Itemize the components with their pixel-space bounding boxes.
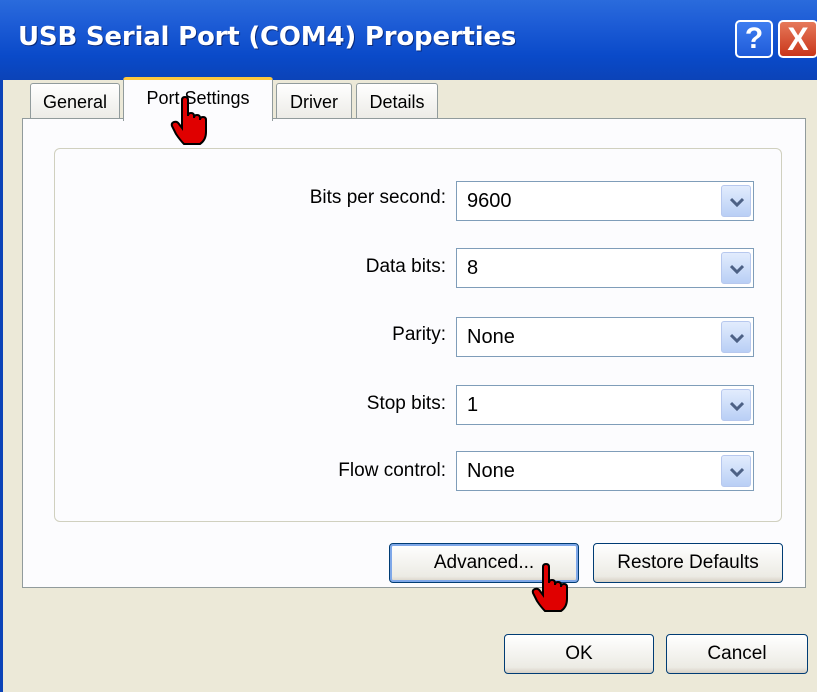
stop-bits-value: 1 <box>467 394 479 416</box>
cancel-button[interactable]: Cancel <box>666 634 808 674</box>
close-button[interactable]: X <box>778 20 817 58</box>
parity-value: None <box>467 326 515 348</box>
help-button[interactable]: ? <box>735 20 773 58</box>
flow-control-value: None <box>467 460 515 482</box>
help-icon: ? <box>744 22 764 55</box>
flow-control-select[interactable]: None <box>456 451 754 491</box>
restore-defaults-button[interactable]: Restore Defaults <box>593 543 783 583</box>
data-bits-select[interactable]: 8 <box>456 248 754 288</box>
hand-cursor-icon <box>170 96 207 145</box>
chevron-down-icon[interactable] <box>721 389 751 421</box>
chevron-down-icon[interactable] <box>721 455 751 487</box>
bits-per-second-label: Bits per second: <box>309 187 446 208</box>
title-bar[interactable]: USB Serial Port (COM4) Properties ? X <box>0 0 817 80</box>
stop-bits-label: Stop bits: <box>366 393 446 414</box>
tab-details[interactable]: Details <box>356 83 438 119</box>
tab-general[interactable]: General <box>30 83 120 119</box>
flow-control-label: Flow control: <box>338 460 446 481</box>
parity-select[interactable]: None <box>456 317 754 357</box>
close-icon: X <box>787 21 809 57</box>
parity-label: Parity: <box>392 324 446 345</box>
data-bits-label: Data bits: <box>365 256 446 277</box>
ok-button[interactable]: OK <box>504 634 654 674</box>
chevron-down-icon[interactable] <box>721 321 751 353</box>
bits-per-second-select[interactable]: 9600 <box>456 181 754 221</box>
stop-bits-select[interactable]: 1 <box>456 385 754 425</box>
bits-per-second-value: 9600 <box>467 190 512 212</box>
tab-driver[interactable]: Driver <box>276 83 352 119</box>
chevron-down-icon[interactable] <box>721 185 751 217</box>
chevron-down-icon[interactable] <box>721 252 751 284</box>
data-bits-value: 8 <box>467 257 479 279</box>
window-title: USB Serial Port (COM4) Properties <box>18 22 517 52</box>
hand-cursor-icon <box>531 563 568 612</box>
